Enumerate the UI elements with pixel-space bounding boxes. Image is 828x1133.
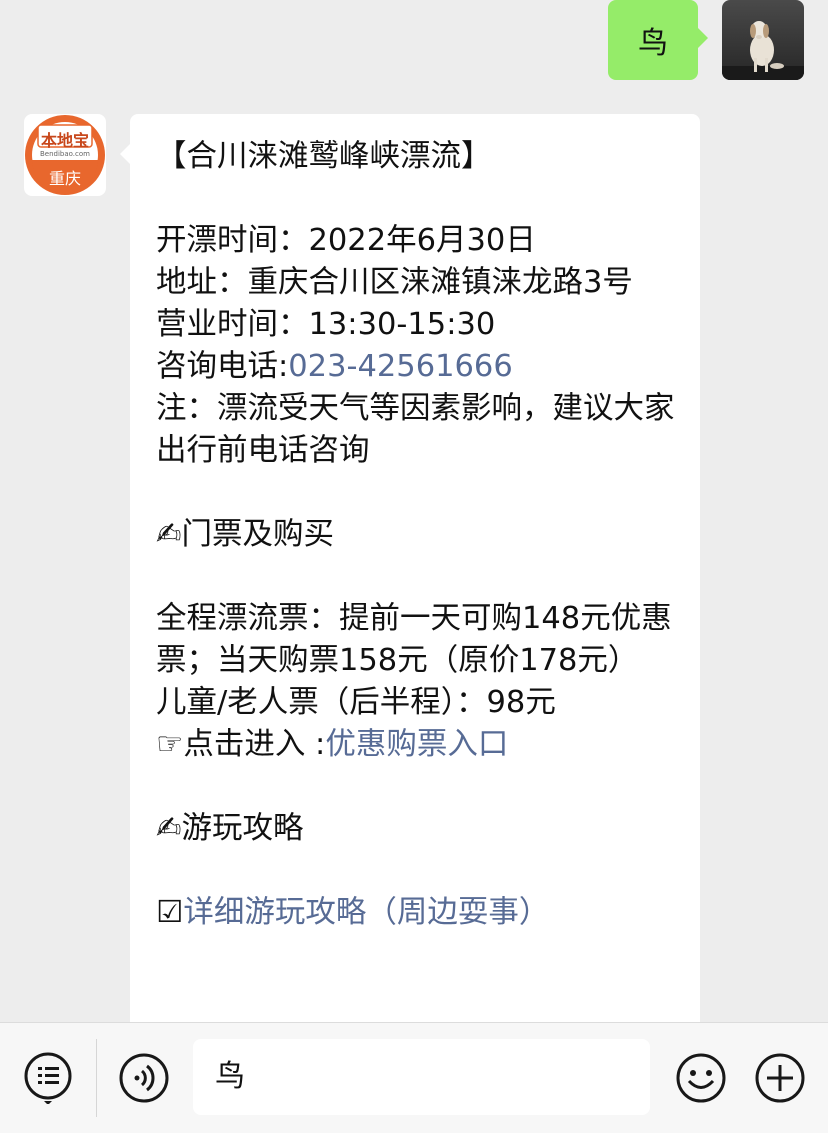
emoji-icon[interactable]	[675, 1052, 727, 1104]
incoming-message-bubble[interactable]: 【合川涞滩鹫峰峡漂流】 开漂时间：2022年6月30日 地址：重庆合川区涞滩镇涞…	[120, 114, 700, 1022]
guide-link[interactable]: 详细游玩攻略（周边耍事）	[183, 895, 549, 930]
discount-ticket-link[interactable]: 优惠购票入口	[325, 727, 508, 762]
dog-photo-icon	[722, 0, 804, 80]
logo-city-text: 重庆	[48, 169, 81, 188]
full-ticket-line: 全程漂流票：提前一天可购148元优惠票；当天购票158元（原价178元）	[156, 601, 672, 678]
outgoing-message-row: 鸟	[608, 0, 804, 80]
message-input[interactable]: 鸟	[193, 1039, 650, 1115]
buy-prefix: ☞点击进入 :	[156, 727, 326, 762]
business-hours-line: 营业时间：13:30-15:30	[156, 307, 496, 342]
tickets-heading: ✍门票及购买	[156, 517, 335, 552]
outgoing-message-bubble[interactable]: 鸟	[608, 0, 708, 80]
child-senior-ticket-line: 儿童/老人票（后半程）：98元	[156, 685, 556, 720]
toolbar-divider	[96, 1039, 97, 1117]
phone-line: 咨询电话:023-42561666	[156, 346, 680, 388]
note-line: 注：漂流受天气等因素影响，建议大家出行前电话咨询	[156, 391, 675, 468]
list-menu-icon[interactable]	[22, 1052, 74, 1105]
buy-ticket-line: ☞点击进入 :优惠购票入口	[156, 724, 680, 766]
logo-site-text: Bendibao.com	[39, 150, 90, 158]
phone-label: 咨询电话:	[156, 349, 289, 384]
bendibao-avatar[interactable]: 本地宝 Bendibao.com 重庆	[24, 114, 106, 196]
guide-heading: ✍游玩攻略	[156, 811, 304, 846]
open-time-line: 开漂时间：2022年6月30日	[156, 223, 536, 258]
voice-icon[interactable]	[118, 1052, 170, 1104]
checkbox-icon: ☑	[156, 895, 184, 930]
chat-area: 鸟 本地宝 Bendibao.com 重庆 【合川涞滩鹫峰峡漂流】 开漂时间：2…	[0, 0, 828, 1022]
message-title: 【合川涞滩鹫峰峡漂流】	[156, 139, 492, 174]
chat-input-toolbar: 鸟	[0, 1022, 828, 1133]
phone-number-link[interactable]: 023-42561666	[288, 349, 512, 384]
address-line: 地址：重庆合川区涞滩镇涞龙路3号	[156, 265, 633, 300]
message-input-value: 鸟	[215, 1059, 245, 1094]
plus-icon[interactable]	[754, 1052, 806, 1104]
logo-brand-text: 本地宝	[40, 131, 89, 150]
user-avatar[interactable]	[722, 0, 804, 80]
outgoing-message-text: 鸟	[638, 26, 668, 61]
guide-line: ☑详细游玩攻略（周边耍事）	[156, 892, 680, 934]
